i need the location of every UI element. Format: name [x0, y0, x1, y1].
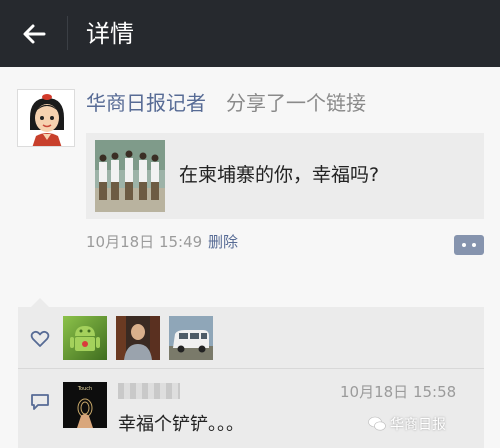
comment-text: 幸福个铲铲。。。 [118, 414, 244, 435]
link-title: 在柬埔寨的你，幸福吗? [179, 164, 380, 186]
post-timestamp: 10月18日 15:49 [86, 233, 203, 251]
heart-icon [30, 330, 50, 347]
delete-link[interactable]: 删除 [208, 230, 238, 254]
author-avatar[interactable] [17, 89, 75, 147]
like-avatar-van[interactable] [169, 316, 213, 360]
like-avatar-android[interactable] [63, 316, 107, 360]
comment-icon [31, 394, 49, 410]
page-title: 详情 [86, 20, 134, 48]
author-name[interactable]: 华商日报记者 [86, 89, 206, 117]
comment-timestamp: 10月18日 15:58 [340, 383, 457, 401]
commenter-name-blurred[interactable] [118, 383, 180, 399]
more-comment-icon[interactable] [454, 235, 484, 255]
watermark-text: 华商日报 [390, 417, 446, 433]
panel-divider [18, 368, 484, 369]
shared-link-card[interactable]: 在柬埔寨的你，幸福吗? [86, 133, 484, 219]
header-divider [67, 16, 68, 50]
commenter-avatar[interactable]: Touch [63, 382, 107, 428]
share-action-text: 分享了一个链接 [226, 91, 366, 115]
like-avatar-person[interactable] [116, 316, 160, 360]
back-arrow-icon[interactable] [18, 18, 50, 50]
link-thumbnail [95, 140, 165, 212]
svg-text:Touch: Touch [77, 386, 92, 392]
wechat-icon [368, 416, 386, 431]
top-bar: 详情 [0, 0, 500, 67]
likes-comments-panel: Touch 10月18日 15:58 幸福个铲铲。。。 华商日报 [18, 307, 484, 448]
moment-post: 华商日报记者 分享了一个链接 在柬埔寨的你，幸福吗? 10月18日 15:49 … [0, 67, 500, 297]
